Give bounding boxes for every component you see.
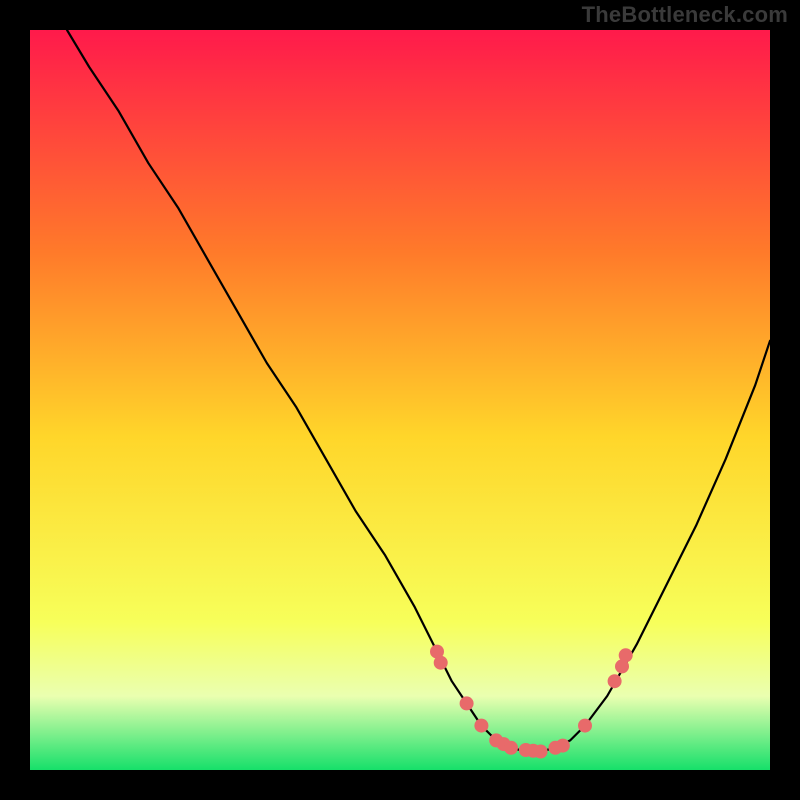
outer-frame: TheBottleneck.com [0,0,800,800]
marker-point [474,719,488,733]
plot-area [30,30,770,770]
marker-point [504,741,518,755]
marker-point [556,739,570,753]
marker-point [460,696,474,710]
gradient-background [30,30,770,770]
marker-point [578,719,592,733]
marker-point [619,648,633,662]
marker-point [434,656,448,670]
marker-point [608,674,622,688]
marker-point [534,745,548,759]
bottleneck-chart [30,30,770,770]
watermark-text: TheBottleneck.com [582,2,788,28]
